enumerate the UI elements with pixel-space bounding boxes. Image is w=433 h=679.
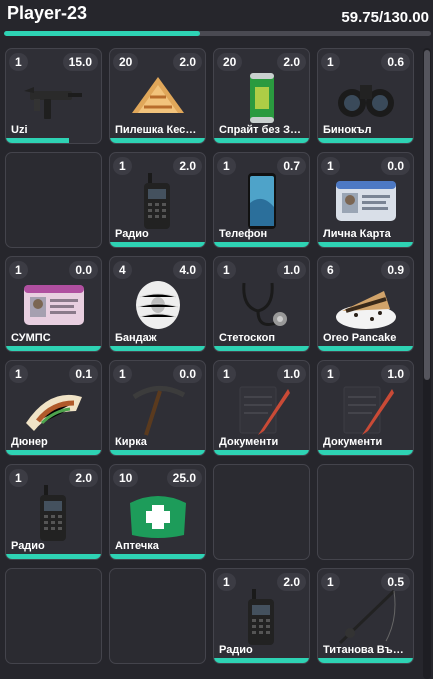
item-label: Телефон — [219, 228, 268, 240]
durability-bar — [110, 554, 205, 559]
weight-readout: 59.75/130.00 — [341, 9, 429, 26]
inventory-slot[interactable]: 202.0Пилешка Кесадиля — [109, 48, 206, 144]
durability-bar — [110, 450, 205, 455]
scrollbar[interactable] — [423, 48, 431, 679]
pickaxe-icon — [124, 381, 192, 437]
item-label: Радио — [115, 228, 149, 240]
empty-slot[interactable] — [5, 152, 102, 248]
item-label: Пилешка Кесадиля — [115, 124, 202, 136]
radio-icon — [228, 589, 296, 645]
item-label: Радио — [11, 540, 45, 552]
empty-slot[interactable] — [317, 464, 414, 560]
item-label: Дюнер — [11, 436, 48, 448]
item-label: Oreo Pancake — [323, 332, 397, 344]
item-label: Бандаж — [115, 332, 157, 344]
item-label: Титанова Въдица — [323, 644, 410, 656]
inventory-slot[interactable]: 1 0.5 Титанова Въдица — [317, 568, 414, 664]
inventory-slot[interactable]: 1 0.0 Лична Карта — [317, 152, 414, 248]
durability-bar — [110, 346, 205, 351]
durability-bar — [214, 138, 309, 143]
durability-bar — [214, 346, 309, 351]
inventory-slot[interactable]: 1 2.0 Радио — [109, 152, 206, 248]
durability-bar — [214, 450, 309, 455]
durability-bar — [110, 242, 205, 247]
inventory-slot[interactable]: 1 15.0 Uzi — [5, 48, 102, 144]
item-label: Стетоскоп — [219, 332, 275, 344]
durability-bar — [6, 554, 101, 559]
item-label: Аптечка — [115, 540, 159, 552]
durability-bar — [6, 346, 101, 351]
inventory-slot[interactable]: 1 1.0 Стетоскоп — [213, 256, 310, 352]
weight-bar-fill — [4, 31, 201, 36]
weight-bar — [4, 31, 431, 36]
item-label: Спрайт без Захар — [219, 124, 306, 136]
durability-bar — [318, 242, 413, 247]
quesadilla-icon — [124, 69, 192, 125]
item-label: Лична Карта — [323, 228, 391, 240]
durability-bar — [6, 450, 101, 455]
durability-bar — [318, 138, 413, 143]
durability-bar-fill — [6, 138, 69, 143]
item-label: Кирка — [115, 436, 147, 448]
inventory-slot[interactable]: 1 2.0 Радио — [213, 568, 310, 664]
inventory-slot[interactable]: 1 2.0 Радио — [5, 464, 102, 560]
documents-icon — [332, 381, 400, 437]
inventory-slot[interactable]: 1 0.0 СУМПС — [5, 256, 102, 352]
durability-bar — [214, 242, 309, 247]
inventory-slot[interactable]: 6 0.9 Oreo Pancake — [317, 256, 414, 352]
radio-icon — [124, 173, 192, 229]
uzi-icon — [20, 69, 88, 125]
item-label: Бинокъл — [323, 124, 372, 136]
item-label: Документи — [219, 436, 279, 448]
inventory-slot[interactable]: 1 1.0 Документи — [213, 360, 310, 456]
pancake-icon — [332, 277, 400, 333]
stethoscope-icon — [228, 277, 296, 333]
empty-slot[interactable] — [213, 464, 310, 560]
radio-icon — [20, 485, 88, 541]
item-label: Документи — [323, 436, 383, 448]
durability-bar — [318, 450, 413, 455]
id-card-icon — [332, 173, 400, 229]
inventory-slot[interactable]: 1 0.6 Бинокъл — [317, 48, 414, 144]
doner-icon — [20, 381, 88, 437]
inventory-slot[interactable]: 1 1.0 Документи — [317, 360, 414, 456]
empty-slot[interactable] — [5, 568, 102, 664]
first-aid-kit-icon — [124, 485, 192, 541]
fishing-rod-icon — [332, 589, 400, 645]
bandage-icon — [124, 277, 192, 333]
inventory-slot[interactable]: 1 0.1 Дюнер — [5, 360, 102, 456]
item-label: Радио — [219, 644, 253, 656]
durability-bar — [318, 346, 413, 351]
soda-can-icon — [228, 69, 296, 125]
documents-icon — [228, 381, 296, 437]
binoculars-icon — [332, 69, 400, 125]
scrollbar-thumb[interactable] — [424, 50, 430, 380]
item-label: Uzi — [11, 124, 28, 136]
empty-slot[interactable] — [109, 568, 206, 664]
durability-bar — [110, 138, 205, 143]
durability-bar — [214, 658, 309, 663]
phone-icon — [228, 173, 296, 229]
inventory-slot[interactable]: 1 0.0 Кирка — [109, 360, 206, 456]
player-name: Player-23 — [7, 3, 88, 23]
durability-bar — [6, 138, 101, 143]
inventory-slot[interactable]: 10 25.0 Аптечка — [109, 464, 206, 560]
inventory-slot[interactable]: 1 0.7 Телефон — [213, 152, 310, 248]
inventory-slot[interactable]: 20 2.0 Спрайт без Захар — [213, 48, 310, 144]
durability-bar — [318, 658, 413, 663]
license-card-icon — [20, 277, 88, 333]
inventory-header: Player-23 59.75/130.00 — [0, 0, 433, 40]
inventory-slot[interactable]: 4 4.0 Бандаж — [109, 256, 206, 352]
item-label: СУМПС — [11, 332, 51, 344]
